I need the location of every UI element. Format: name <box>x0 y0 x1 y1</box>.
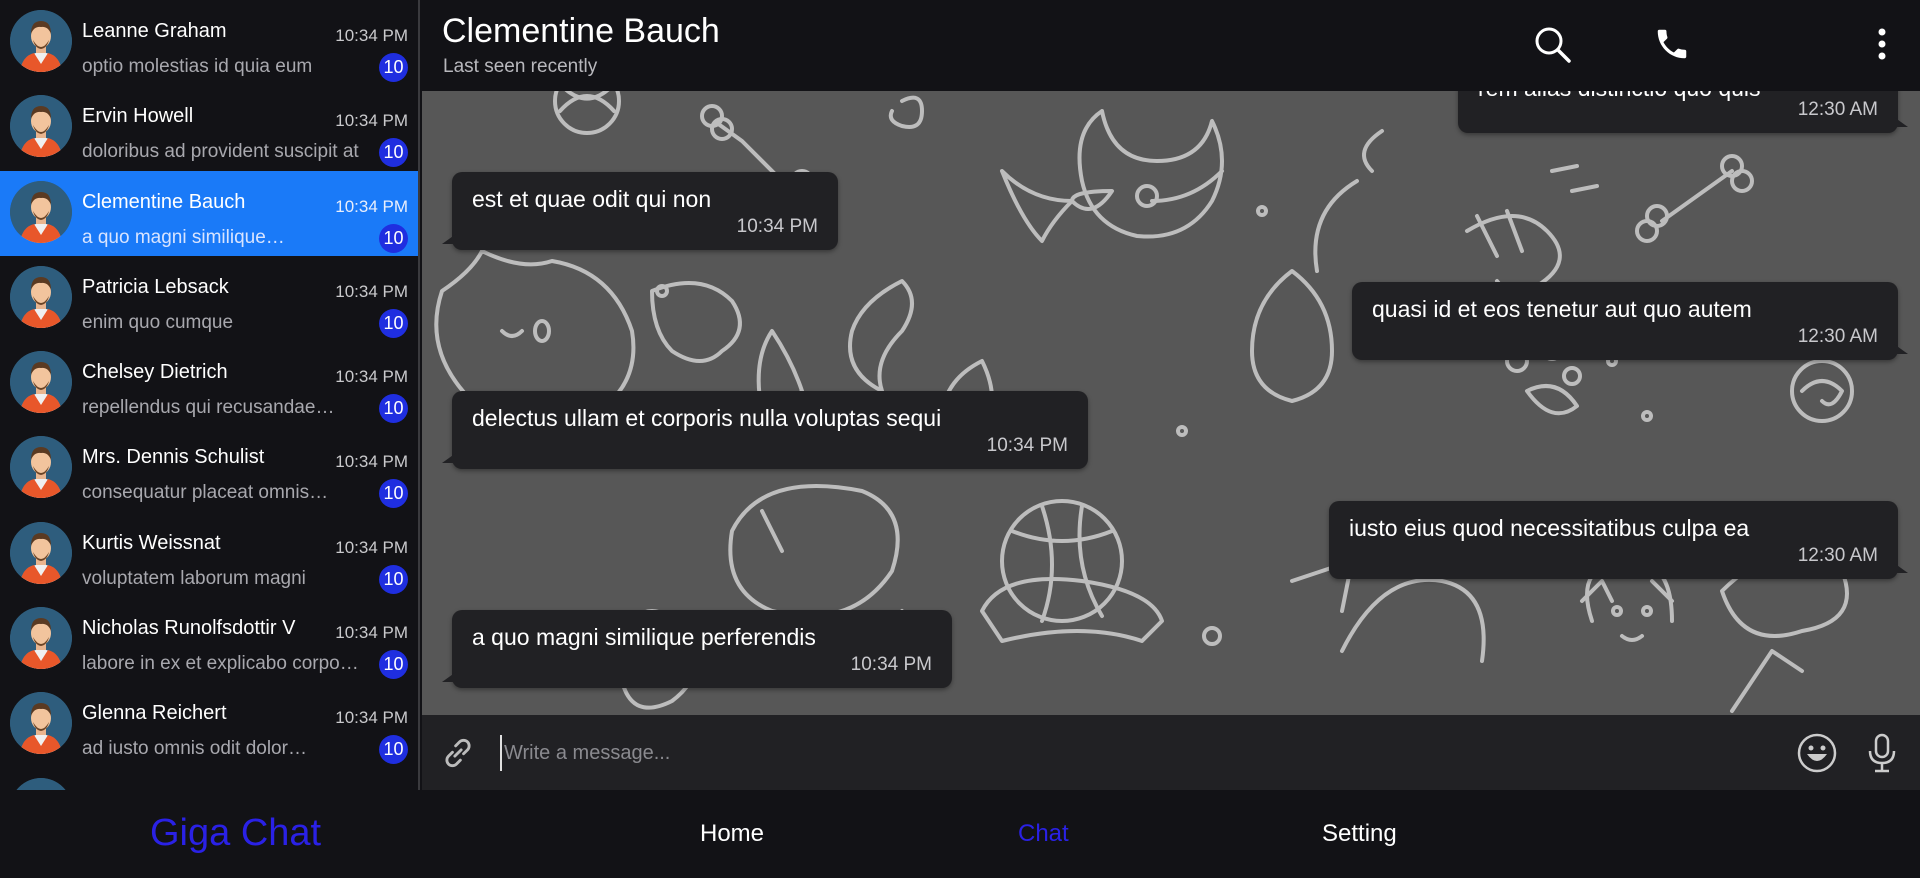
message-text: a quo magni similique perferendis <box>472 624 816 650</box>
contact-time: 10:34 PM <box>335 281 408 301</box>
unread-badge: 10 <box>379 53 408 82</box>
message-composer <box>422 715 1920 790</box>
contact-name: Chelsey Dietrich <box>82 361 228 384</box>
contact-time: 10:34 PM <box>335 111 408 131</box>
contact-item[interactable]: Nicholas Runolfsdottir V 10:34 PM labore… <box>0 597 418 682</box>
contact-preview: ad iusto omnis odit dolor… <box>82 738 307 760</box>
contact-item[interactable]: Leanne Graham 10:34 PM optio molestias i… <box>0 0 418 85</box>
contact-preview: consequatur placeat omnis… <box>82 482 329 504</box>
contact-time: 10:34 PM <box>335 708 408 728</box>
contact-name: Patricia Lebsack <box>82 275 229 298</box>
contact-item[interactable]: Mrs. Dennis Schulist 10:34 PM consequatu… <box>0 426 418 511</box>
contact-item-active[interactable]: Clementine Bauch 10:34 PM a quo magni si… <box>0 170 418 256</box>
contact-name: Clementine Bauch <box>82 190 246 213</box>
message-bubble-outgoing[interactable]: quasi id et eos tenetur aut quo autem 12… <box>1352 282 1908 360</box>
contact-time: 10:34 PM <box>335 367 408 387</box>
nav-setting[interactable]: Setting <box>1322 820 1397 848</box>
phone-icon[interactable] <box>1650 22 1694 66</box>
chat-title: Clementine Bauch <box>442 12 720 50</box>
microphone-icon[interactable] <box>1860 731 1904 775</box>
contact-item[interactable]: Glenna Reichert 10:34 PM ad iusto omnis … <box>0 682 418 767</box>
contact-name: Ervin Howell <box>82 105 194 128</box>
bottom-nav: Giga Chat Home Chat Setting <box>0 790 1920 878</box>
message-time: 12:30 AM <box>1797 99 1878 120</box>
avatar <box>10 10 72 72</box>
contact-item-partial[interactable] <box>0 768 418 790</box>
contact-name: Kurtis Weissnat <box>82 531 221 554</box>
brand-logo[interactable]: Giga Chat <box>150 812 321 855</box>
unread-badge: 10 <box>379 650 408 680</box>
unread-badge: 10 <box>379 138 408 168</box>
contact-item[interactable]: Ervin Howell 10:34 PM doloribus ad provi… <box>0 85 418 170</box>
chat-header: Clementine Bauch Last seen recently <box>422 0 1920 91</box>
avatar <box>10 180 72 243</box>
contact-name: Nicholas Runolfsdottir V <box>82 617 296 640</box>
message-bubble-outgoing[interactable]: rem alias distinctio quo quis 12:30 AM <box>1458 91 1908 133</box>
unread-badge: 10 <box>379 564 408 594</box>
contact-preview: doloribus ad provident suscipit at <box>82 141 359 163</box>
contact-item[interactable]: Kurtis Weissnat 10:34 PM voluptatem labo… <box>0 512 418 597</box>
search-icon[interactable] <box>1530 22 1574 66</box>
message-text: est et quae odit qui non <box>472 186 712 212</box>
contact-name: Glenna Reichert <box>82 702 227 725</box>
more-vertical-icon[interactable] <box>1860 22 1904 66</box>
contact-time: 10:34 PM <box>335 196 408 216</box>
contact-name: Mrs. Dennis Schulist <box>82 446 265 469</box>
avatar <box>10 351 72 414</box>
message-text: delectus ullam et corporis nulla volupta… <box>472 405 942 431</box>
contact-time: 10:34 PM <box>335 26 408 45</box>
message-text: quasi id et eos tenetur aut quo autem <box>1372 296 1752 322</box>
message-time: 10:34 PM <box>850 654 932 675</box>
message-bubble-outgoing[interactable]: iusto eius quod necessitatibus culpa ea … <box>1329 501 1908 579</box>
contact-name: Leanne Graham <box>82 20 227 42</box>
unread-badge: 10 <box>379 223 408 253</box>
contact-preview: labore in ex et explicabo corpo… <box>82 653 359 675</box>
message-time: 10:34 PM <box>736 216 818 237</box>
contact-time: 10:34 PM <box>335 537 408 557</box>
unread-badge: 10 <box>379 394 408 424</box>
unread-badge: 10 <box>379 479 408 509</box>
contact-time: 10:34 PM <box>335 452 408 472</box>
avatar <box>10 692 72 755</box>
contact-preview: enim quo cumque <box>82 311 234 333</box>
contact-list[interactable]: Leanne Graham 10:34 PM optio molestias i… <box>0 0 420 790</box>
emoji-icon[interactable] <box>1795 731 1839 775</box>
message-bubble-incoming[interactable]: est et quae odit qui non 10:34 PM <box>442 172 838 250</box>
contact-preview: repellendus qui recusandae… <box>82 397 335 419</box>
chat-app: Leanne Graham 10:34 PM optio molestias i… <box>0 0 1920 878</box>
avatar <box>10 521 72 584</box>
contact-preview: voluptatem laborum magni <box>82 567 306 589</box>
nav-chat[interactable]: Chat <box>1018 820 1069 848</box>
avatar <box>10 607 72 670</box>
message-time: 12:30 AM <box>1797 326 1878 347</box>
unread-badge: 10 <box>379 308 408 338</box>
attach-icon[interactable] <box>436 731 480 775</box>
chat-status: Last seen recently <box>443 56 598 77</box>
message-bubble-incoming[interactable]: a quo magni similique perferendis 10:34 … <box>442 610 952 688</box>
contact-item[interactable]: Patricia Lebsack 10:34 PM enim quo cumqu… <box>0 256 418 341</box>
message-input[interactable] <box>500 735 1750 771</box>
message-bubble-incoming[interactable]: delectus ullam et corporis nulla volupta… <box>442 391 1088 469</box>
avatar <box>10 95 72 158</box>
avatar <box>10 777 72 790</box>
unread-badge: 10 <box>379 735 408 765</box>
chat-messages-area[interactable]: rem alias distinctio quo quis 12:30 AM e… <box>422 91 1920 715</box>
contact-preview: a quo magni similique… <box>82 226 285 248</box>
nav-home[interactable]: Home <box>700 820 764 848</box>
avatar <box>10 436 72 499</box>
avatar <box>10 265 72 328</box>
message-time: 12:30 AM <box>1797 545 1878 566</box>
contact-item[interactable]: Chelsey Dietrich 10:34 PM repellendus qu… <box>0 341 418 426</box>
contact-preview: optio molestias id quia eum <box>82 56 313 77</box>
message-text: iusto eius quod necessitatibus culpa ea <box>1349 515 1750 541</box>
contact-time: 10:34 PM <box>335 623 408 643</box>
message-time: 10:34 PM <box>986 435 1068 456</box>
